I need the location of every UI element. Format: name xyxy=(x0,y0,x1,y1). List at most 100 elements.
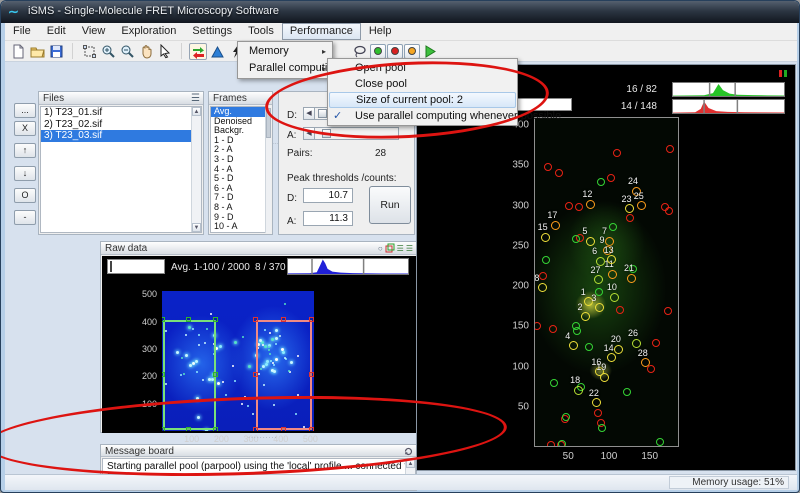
run-button[interactable]: Run xyxy=(369,186,411,224)
file-action-button-2[interactable]: ↑ xyxy=(14,143,36,158)
peak-circle[interactable] xyxy=(573,327,581,335)
play-icon[interactable] xyxy=(421,43,439,60)
peak-circle[interactable] xyxy=(586,200,595,209)
list-item[interactable]: 2) T23_02.sif xyxy=(41,119,201,131)
peak-circle[interactable] xyxy=(569,341,578,350)
roi-handle[interactable] xyxy=(253,427,258,431)
roi-handle[interactable] xyxy=(309,372,314,377)
peak-circle[interactable] xyxy=(594,275,603,284)
new-file-icon[interactable] xyxy=(9,43,27,60)
peak-circle[interactable] xyxy=(565,202,573,210)
roi-handle[interactable] xyxy=(162,427,165,431)
peak-circle[interactable] xyxy=(647,365,655,373)
message-board-header[interactable]: Message board xyxy=(101,445,416,457)
list-item[interactable]: 3) T23_03.sif xyxy=(41,130,201,142)
roi-handle[interactable] xyxy=(213,317,218,322)
peak-circle[interactable] xyxy=(541,233,550,242)
dot-red-button[interactable] xyxy=(387,44,403,59)
peak-circle[interactable] xyxy=(656,438,664,446)
data-cursor-icon[interactable] xyxy=(156,43,174,60)
peak-circle[interactable] xyxy=(538,283,547,292)
peak-circle[interactable] xyxy=(607,174,615,182)
menu-performance[interactable]: Performance xyxy=(282,23,361,40)
circle-tool-icon[interactable]: ○ xyxy=(378,243,383,254)
lasso-icon[interactable] xyxy=(351,43,369,60)
refresh-icon[interactable] xyxy=(404,447,413,456)
dot-green-button[interactable] xyxy=(370,44,386,59)
peak-circle[interactable] xyxy=(595,303,604,312)
green-histogram[interactable] xyxy=(672,82,785,97)
frames-scrollbar[interactable] xyxy=(265,106,271,233)
open-folder-icon[interactable] xyxy=(28,43,46,60)
green-roi[interactable] xyxy=(163,320,216,430)
peak-circle[interactable] xyxy=(623,388,631,396)
peak-circle[interactable] xyxy=(550,379,558,387)
menu-exploration[interactable]: Exploration xyxy=(113,23,184,40)
zoom-out-icon[interactable] xyxy=(118,43,136,60)
peak-circle[interactable] xyxy=(652,339,660,347)
list-icon[interactable]: ☰ xyxy=(397,243,404,254)
raw-microscopy-image[interactable] xyxy=(162,291,314,431)
peak-circle[interactable] xyxy=(600,373,609,382)
fret-pairs-image[interactable]: 1234567891011121314151617181920212223242… xyxy=(534,117,679,447)
peak-circle[interactable] xyxy=(585,343,593,351)
peak-circle[interactable] xyxy=(592,398,601,407)
peak-circle[interactable] xyxy=(614,345,623,354)
red-roi[interactable] xyxy=(256,320,312,430)
menu-file[interactable]: File xyxy=(5,23,39,40)
channel-layers-icon[interactable] xyxy=(385,243,395,253)
channel-align-icon[interactable] xyxy=(189,43,207,60)
menu-help[interactable]: Help xyxy=(361,23,400,40)
menu-tools[interactable]: Tools xyxy=(240,23,282,40)
a-threshold-field[interactable]: 11.3 xyxy=(303,211,353,226)
file-action-button-4[interactable]: O xyxy=(14,188,36,203)
roi-handle[interactable] xyxy=(162,372,165,377)
d-slider-thumb[interactable] xyxy=(318,109,327,118)
save-icon[interactable] xyxy=(47,43,65,60)
peak-circle[interactable] xyxy=(575,203,583,211)
zoom-in-icon[interactable] xyxy=(99,43,117,60)
raw-data-panel-header[interactable]: Raw data ○ ☰ ☰ xyxy=(101,242,416,255)
file-action-button-1[interactable]: X xyxy=(14,121,36,136)
peak-circle[interactable] xyxy=(626,214,634,222)
scroll-up-icon[interactable]: ▲ xyxy=(406,459,415,468)
peak-circle[interactable] xyxy=(598,424,606,432)
roi-handle[interactable] xyxy=(213,427,218,431)
menu-item-parallel-computing[interactable]: Parallel computing▸ xyxy=(239,60,331,77)
peak-circle[interactable] xyxy=(581,312,590,321)
peak-circle[interactable] xyxy=(610,293,619,302)
roi-handle[interactable] xyxy=(281,317,286,322)
peak-circle[interactable] xyxy=(534,322,541,330)
peak-circle[interactable] xyxy=(547,441,555,447)
peak-circle[interactable] xyxy=(607,255,616,264)
peak-circle[interactable] xyxy=(627,274,636,283)
peak-circle[interactable] xyxy=(551,221,560,230)
frames-scroll-thumb[interactable] xyxy=(266,108,271,138)
slider-left-arrow-icon[interactable]: ◀ xyxy=(304,108,315,119)
list-item[interactable]: 11 - D xyxy=(211,232,265,233)
menu-item-size-of-current-pool-2[interactable]: Size of current pool: 2 xyxy=(329,92,516,108)
peak-circle[interactable] xyxy=(613,149,621,157)
title-bar[interactable]: ∼ iSMS - Single-Molecule FRET Microscopy… xyxy=(1,1,800,23)
roi-handle[interactable] xyxy=(162,317,165,322)
menu-edit[interactable]: Edit xyxy=(39,23,74,40)
roi-handle[interactable] xyxy=(253,317,258,322)
menu-settings[interactable]: Settings xyxy=(184,23,240,40)
a-slider[interactable]: ◀ xyxy=(303,127,399,140)
red-histogram[interactable] xyxy=(672,99,785,114)
peak-circle[interactable] xyxy=(586,237,595,246)
peak-finder-icon[interactable] xyxy=(208,43,226,60)
peak-circle[interactable] xyxy=(542,256,550,264)
menu-item-open-pool[interactable]: Open pool xyxy=(329,60,516,76)
peak-circle[interactable] xyxy=(558,440,566,447)
roi-handle[interactable] xyxy=(253,372,258,377)
peak-circle[interactable] xyxy=(637,201,646,210)
peak-circle[interactable] xyxy=(666,145,674,153)
dot-orange-button[interactable] xyxy=(404,44,420,59)
files-panel-header[interactable]: Files ☰ xyxy=(39,92,203,105)
roi-handle[interactable] xyxy=(309,317,314,322)
file-action-button-3[interactable]: ↓ xyxy=(14,166,36,181)
peak-circle[interactable] xyxy=(625,204,634,213)
frames-list[interactable]: Avg.DenoisedBackgr.1 - D2 - A3 - D4 - A5… xyxy=(210,106,266,233)
slider-left-arrow-icon[interactable]: ◀ xyxy=(304,128,315,139)
